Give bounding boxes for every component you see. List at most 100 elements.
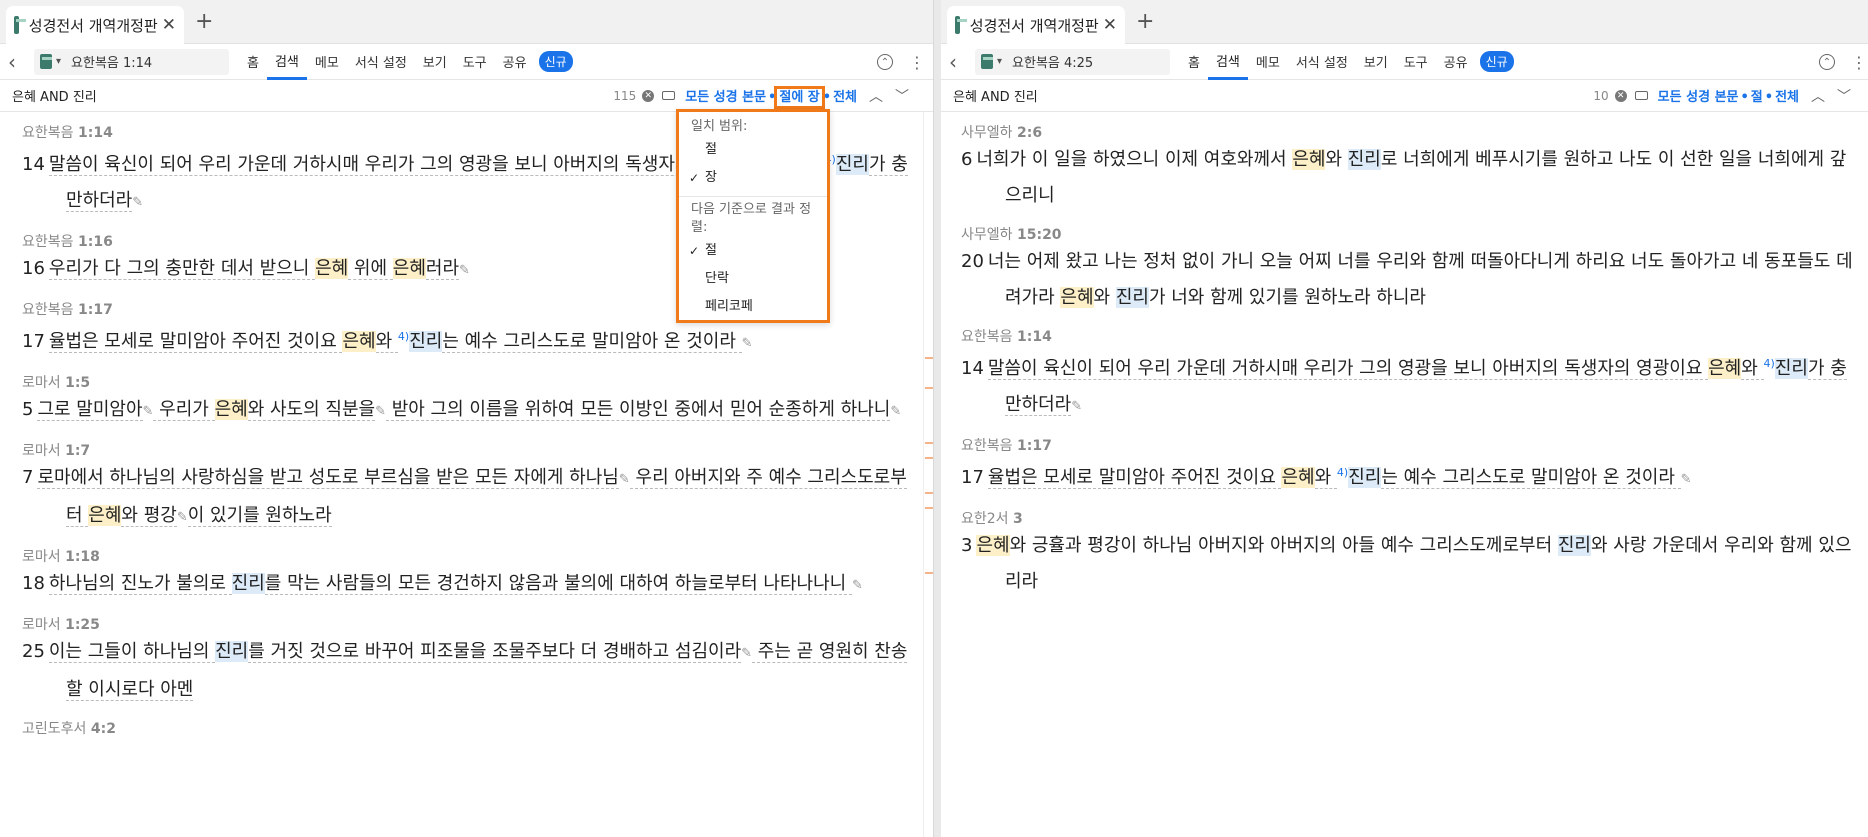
menu-format[interactable]: 서식 설정: [347, 44, 415, 80]
result-reference[interactable]: 로마서 1:25: [22, 604, 933, 634]
verse-text[interactable]: 7 로마에서 하나님의 사랑하심을 받고 성도로 부르심을 받은 모든 자에게 하…: [22, 460, 933, 536]
verse-number: 25: [22, 641, 45, 662]
reference-box[interactable]: ▾ 요한복음 1:14: [34, 48, 229, 75]
keyboard-icon[interactable]: [662, 91, 676, 100]
verse-text[interactable]: 18 하나님의 진노가 불의로 진리를 막는 사람들의 모든 경건하지 않음과 불…: [22, 566, 933, 604]
document-tab[interactable]: 성경전서 개역개정판 ✕: [947, 6, 1125, 44]
scrollbar[interactable]: [923, 112, 933, 837]
verse-text[interactable]: 3 은혜와 긍휼과 평강이 하나님 아버지와 아버지의 아들 예수 그리스도께로부…: [961, 528, 1868, 600]
back-icon[interactable]: ‹: [8, 50, 34, 74]
menu-tools[interactable]: 도구: [455, 44, 495, 80]
pane-divider[interactable]: [934, 0, 941, 837]
clear-icon[interactable]: ✕: [1614, 89, 1627, 102]
pencil-icon[interactable]: ✎: [1071, 399, 1082, 414]
menu-search[interactable]: 검색: [266, 44, 307, 80]
menu-notes[interactable]: 메모: [1248, 44, 1288, 80]
pencil-icon[interactable]: ✎: [741, 646, 752, 661]
footnote-marker[interactable]: 4): [1337, 466, 1348, 479]
menu-view[interactable]: 보기: [1356, 44, 1396, 80]
close-icon[interactable]: ✕: [162, 15, 176, 35]
verse-text[interactable]: 17 율법은 모세로 말미암아 주어진 것이요 은혜와 4)진리는 예수 그리스도…: [22, 319, 933, 362]
match-option-verse[interactable]: 절: [679, 136, 827, 164]
verse-text[interactable]: 14 말씀이 육신이 되어 우리 가운데 거하시매 우리가 그의 영광을 보니 아…: [961, 346, 1868, 425]
pencil-icon[interactable]: ✎: [742, 336, 753, 351]
scope-verse-chapter[interactable]: 절에 장: [774, 86, 825, 109]
highlight-grace: 은혜: [315, 258, 349, 279]
menu-home[interactable]: 홈: [239, 44, 267, 80]
plus-icon[interactable]: +: [1136, 9, 1154, 34]
scope-all-text[interactable]: 모든 성경 본문: [685, 90, 766, 105]
collapse-icon[interactable]: ⌃: [1819, 54, 1835, 70]
match-option-chapter[interactable]: ✓ 장: [679, 164, 827, 192]
result-reference[interactable]: 요한2서 3: [961, 498, 1868, 528]
pencil-icon[interactable]: ✎: [132, 195, 143, 210]
sort-option-verse[interactable]: ✓ 절: [679, 237, 827, 265]
new-badge[interactable]: 신규: [1479, 51, 1514, 72]
search-bar: 은혜 AND 진리 115 ✕ 모든 성경 본문 • 절에 장 • 전체 ︿﹀: [0, 80, 933, 112]
prev-result-icon[interactable]: ︿: [1811, 89, 1837, 105]
search-input[interactable]: 은혜 AND 진리: [953, 86, 1593, 105]
back-icon[interactable]: ‹: [949, 50, 975, 74]
pencil-icon[interactable]: ✎: [375, 404, 386, 419]
result-reference[interactable]: 사무엘하 2:6: [961, 112, 1868, 142]
prev-result-icon[interactable]: ︿: [869, 89, 895, 105]
search-input[interactable]: 은혜 AND 진리: [12, 86, 613, 105]
nav-arrows: ︿﹀: [869, 86, 921, 106]
reference-input[interactable]: 요한복음 1:14: [71, 52, 152, 71]
verse-text[interactable]: 6 너희가 이 일을 하였으니 이제 여호와께서 은혜와 진리로 너희에게 베푸시…: [961, 142, 1868, 214]
collapse-icon[interactable]: ⌃: [877, 54, 893, 70]
document-tab[interactable]: 성경전서 개역개정판 ✕: [6, 6, 184, 44]
reference-input[interactable]: 요한복음 4:25: [1012, 52, 1093, 71]
plus-icon[interactable]: +: [195, 9, 213, 34]
chevron-down-icon[interactable]: ▾: [997, 56, 1002, 67]
keyboard-icon[interactable]: [1634, 91, 1648, 100]
pencil-icon[interactable]: ✎: [619, 472, 630, 487]
verse-segment: 와: [1325, 149, 1348, 170]
menu-search[interactable]: 검색: [1207, 44, 1248, 80]
menu-format[interactable]: 서식 설정: [1288, 44, 1356, 80]
result-reference[interactable]: 사무엘하 15:20: [961, 214, 1868, 244]
pencil-icon[interactable]: ✎: [890, 404, 901, 419]
more-icon[interactable]: ⋮: [1851, 53, 1867, 72]
verse-text[interactable]: 5 그로 말미암아✎ 우리가 은혜와 사도의 직분을✎ 받아 그의 이름을 위하여…: [22, 392, 933, 430]
pencil-icon[interactable]: ✎: [143, 404, 154, 419]
verse-text[interactable]: 17 율법은 모세로 말미암아 주어진 것이요 은혜와 4)진리는 예수 그리스도…: [961, 455, 1868, 498]
scope-whole[interactable]: 전체: [1775, 90, 1799, 105]
verse-text[interactable]: 25 이는 그들이 하나님의 진리를 거짓 것으로 바꾸어 피조물을 조물주보다 …: [22, 634, 933, 708]
result-reference[interactable]: 고린도후서 4:2: [22, 708, 933, 738]
menu-share[interactable]: 공유: [1436, 44, 1476, 80]
pencil-icon[interactable]: ✎: [459, 263, 470, 278]
menu-tools[interactable]: 도구: [1396, 44, 1436, 80]
new-badge[interactable]: 신규: [538, 51, 573, 72]
result-reference[interactable]: 요한복음 1:14: [961, 316, 1868, 346]
result-reference[interactable]: 요한복음 1:17: [961, 425, 1868, 455]
footnote-marker[interactable]: 4): [398, 330, 409, 343]
result-reference[interactable]: 로마서 1:7: [22, 430, 933, 460]
pencil-icon[interactable]: ✎: [852, 578, 863, 593]
next-result-icon[interactable]: ﹀: [1837, 89, 1863, 105]
pencil-icon[interactable]: ✎: [177, 510, 188, 525]
menu-share[interactable]: 공유: [495, 44, 535, 80]
result-reference[interactable]: 로마서 1:5: [22, 362, 933, 392]
scope-verse[interactable]: 절: [1751, 90, 1763, 105]
clear-icon[interactable]: ✕: [642, 89, 655, 102]
scope-whole[interactable]: 전체: [833, 90, 857, 105]
menu-notes[interactable]: 메모: [307, 44, 347, 80]
close-icon[interactable]: ✕: [1103, 15, 1117, 35]
result-reference[interactable]: 로마서 1:18: [22, 536, 933, 566]
verse-segment: 러라: [425, 258, 460, 280]
chevron-down-icon[interactable]: ▾: [56, 56, 61, 67]
pencil-icon[interactable]: ✎: [1681, 472, 1692, 487]
menu-home[interactable]: 홈: [1180, 44, 1208, 80]
search-scope: 모든 성경 본문 • 절에 장 • 전체: [685, 86, 857, 109]
reference-box[interactable]: ▾ 요한복음 4:25: [975, 48, 1170, 75]
sort-option-pericope[interactable]: 페리코페: [679, 293, 827, 321]
menu-view[interactable]: 보기: [415, 44, 455, 80]
sort-option-paragraph[interactable]: 단락: [679, 265, 827, 293]
more-icon[interactable]: ⋮: [909, 53, 925, 72]
verse-segment: 하나님의 진노가 불의로: [48, 573, 232, 595]
scope-all-text[interactable]: 모든 성경 본문: [1658, 90, 1739, 105]
verse-text[interactable]: 20 너는 어제 왔고 나는 정처 없이 가니 오늘 어찌 너를 우리와 함께 떠…: [961, 244, 1868, 316]
next-result-icon[interactable]: ﹀: [895, 89, 921, 105]
footnote-marker[interactable]: 4): [1764, 357, 1775, 370]
